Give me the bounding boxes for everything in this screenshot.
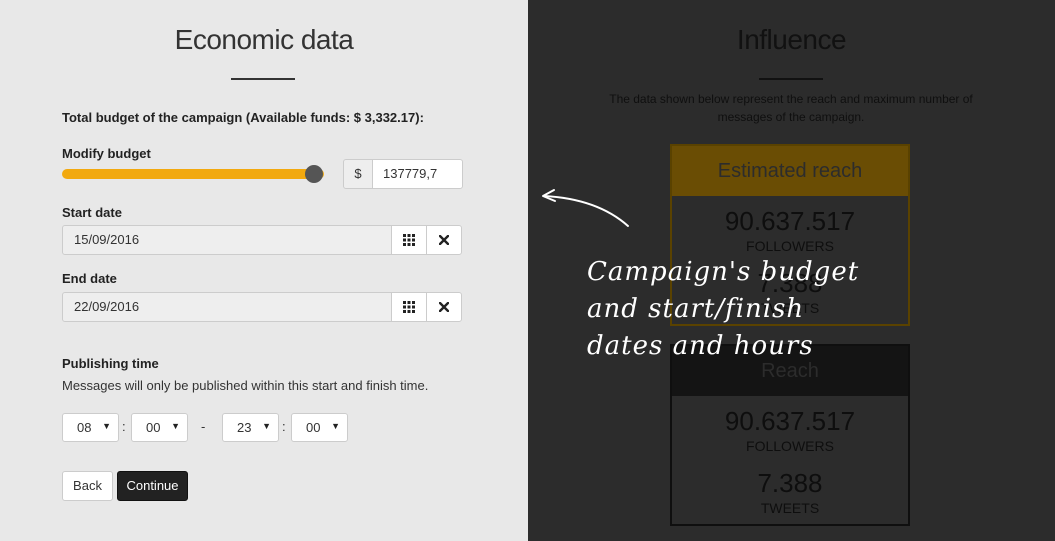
publishing-time-help: Messages will only be published within t… bbox=[62, 378, 429, 393]
time-colon: : bbox=[122, 419, 126, 434]
tweets-count: 7.388 bbox=[757, 468, 823, 498]
end-date-label: End date bbox=[62, 271, 117, 286]
start-hour-select[interactable]: 08 ▼ bbox=[62, 413, 119, 442]
followers-label: FOLLOWERS bbox=[746, 438, 834, 454]
time-colon: : bbox=[282, 419, 286, 434]
annotation-line: dates and hours bbox=[587, 331, 814, 361]
end-hour-value: 23 bbox=[237, 420, 252, 435]
start-date-input[interactable]: 15/09/2016 bbox=[62, 225, 392, 255]
start-date-clear-button[interactable] bbox=[426, 225, 462, 255]
start-hour-value: 08 bbox=[77, 420, 92, 435]
clear-x-icon bbox=[439, 302, 449, 312]
arrow-icon bbox=[542, 189, 629, 227]
start-date-label: Start date bbox=[62, 205, 122, 220]
end-hour-select[interactable]: 23 ▼ bbox=[222, 413, 279, 442]
title-divider bbox=[231, 78, 295, 80]
time-range-dash: - bbox=[201, 419, 206, 434]
economic-data-panel: Economic data Total budget of the campai… bbox=[0, 0, 528, 541]
budget-slider[interactable] bbox=[62, 169, 324, 179]
followers-count: 90.637.517 bbox=[724, 406, 856, 436]
annotation-text: Campaign's budget and start/finish dates… bbox=[587, 254, 859, 365]
budget-input[interactable]: 137779,7 bbox=[372, 159, 463, 189]
modify-budget-label: Modify budget bbox=[62, 146, 151, 161]
publishing-time-label: Publishing time bbox=[62, 356, 159, 371]
tweets-label: TWEETS bbox=[760, 500, 820, 516]
annotation-line: Campaign's budget bbox=[587, 257, 860, 287]
estimated-reach-header: Estimated reach bbox=[672, 146, 908, 196]
end-date-clear-button[interactable] bbox=[426, 292, 462, 322]
title-divider bbox=[759, 78, 823, 80]
economic-data-title: Economic data bbox=[174, 24, 354, 55]
caret-down-icon: ▼ bbox=[102, 421, 111, 431]
caret-down-icon: ▼ bbox=[262, 421, 271, 431]
calendar-grid-icon bbox=[403, 234, 415, 246]
reach-card: Reach 90.637.517 FOLLOWERS 7.388 TWEETS bbox=[670, 344, 910, 526]
budget-slider-handle[interactable] bbox=[304, 165, 323, 183]
influence-description: The data shown below represent the reach… bbox=[609, 92, 973, 124]
total-budget-label: Total budget of the campaign (Available … bbox=[62, 110, 424, 125]
followers-count: 90.637.517 bbox=[724, 206, 856, 236]
end-minute-select[interactable]: 00 ▼ bbox=[291, 413, 348, 442]
calendar-grid-icon bbox=[403, 301, 415, 313]
annotation-line: and start/finish bbox=[587, 294, 805, 324]
caret-down-icon: ▼ bbox=[171, 421, 180, 431]
end-date-input[interactable]: 22/09/2016 bbox=[62, 292, 392, 322]
continue-button[interactable]: Continue bbox=[117, 471, 188, 501]
end-minute-value: 00 bbox=[306, 420, 321, 435]
clear-x-icon bbox=[439, 235, 449, 245]
start-minute-select[interactable]: 00 ▼ bbox=[131, 413, 188, 442]
start-date-calendar-button[interactable] bbox=[391, 225, 427, 255]
back-button[interactable]: Back bbox=[62, 471, 113, 501]
currency-addon: $ bbox=[343, 159, 373, 189]
influence-title: Influence bbox=[736, 24, 847, 55]
end-date-calendar-button[interactable] bbox=[391, 292, 427, 322]
start-minute-value: 00 bbox=[146, 420, 161, 435]
followers-label: FOLLOWERS bbox=[746, 238, 834, 254]
caret-down-icon: ▼ bbox=[331, 421, 340, 431]
